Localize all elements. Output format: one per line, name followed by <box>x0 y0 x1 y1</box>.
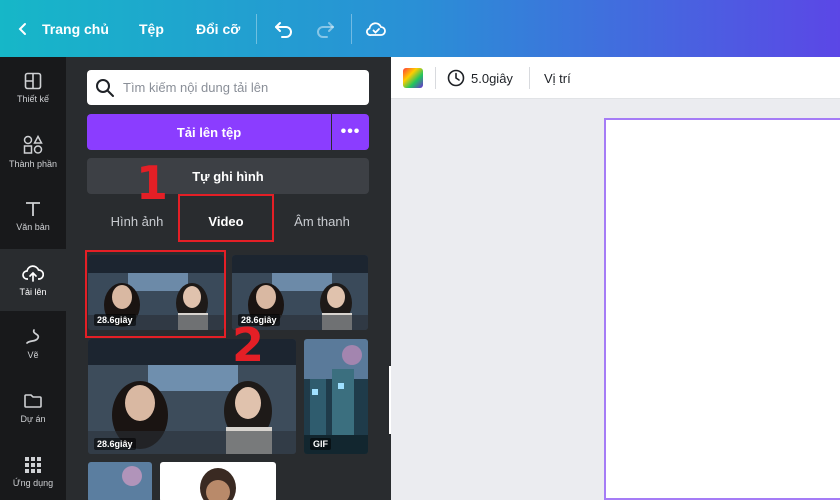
record-label: Tự ghi hình <box>192 168 264 184</box>
step-number-2: 2 <box>232 318 265 372</box>
text-icon <box>26 202 40 216</box>
file-label: Tệp <box>139 20 164 37</box>
divider <box>256 14 257 44</box>
video-thumbnail[interactable] <box>88 462 152 500</box>
duration-label: 5.0giây <box>471 70 513 86</box>
side-rail: Thiết kế Thành phần Văn bản Tải lên Vẽ D… <box>0 57 66 500</box>
layout-icon <box>24 72 42 90</box>
position-button[interactable]: Vị trí <box>544 57 571 99</box>
divider <box>529 67 530 89</box>
elements-icon <box>23 135 43 154</box>
rail-label: Thành phần <box>8 159 58 169</box>
video-preview-image <box>88 339 296 454</box>
home-link[interactable]: Trang chủ <box>16 0 109 57</box>
upload-files-button[interactable]: Tải lên tệp <box>87 114 331 150</box>
draw-icon <box>26 329 40 344</box>
rail-label: Tải lên <box>19 287 47 297</box>
upload-cloud-icon <box>22 265 44 282</box>
divider <box>435 67 436 89</box>
gif-preview-image <box>304 339 368 454</box>
color-picker-button[interactable] <box>402 57 424 99</box>
image-preview <box>160 462 276 500</box>
top-bar: Trang chủ Tệp Đổi cỡ <box>0 0 840 57</box>
folder-icon <box>24 394 42 408</box>
step-number-1: 1 <box>136 156 169 210</box>
more-icon: ••• <box>340 123 361 140</box>
design-page[interactable] <box>604 118 840 500</box>
search-icon <box>96 78 114 97</box>
record-yourself-button[interactable]: Tự ghi hình <box>87 158 369 194</box>
rail-item-draw[interactable]: Vẽ <box>0 313 66 375</box>
upload-files-label: Tải lên tệp <box>176 124 242 140</box>
search-box[interactable] <box>87 70 369 105</box>
cloud-saved-icon[interactable] <box>364 17 388 41</box>
image-thumbnail[interactable] <box>160 462 276 500</box>
gif-badge: GIF <box>310 438 331 450</box>
clock-icon <box>447 69 465 87</box>
search-input[interactable] <box>123 80 363 95</box>
rail-item-design[interactable]: Thiết kế <box>0 57 66 119</box>
chevron-left-icon <box>18 22 26 35</box>
home-label: Trang chủ <box>42 20 109 37</box>
rail-label: Dự án <box>20 414 46 424</box>
tab-audio[interactable]: Âm thanh <box>272 203 372 239</box>
rail-label: Văn bản <box>16 222 50 232</box>
file-menu[interactable]: Tệp <box>139 0 164 57</box>
video-thumbnail[interactable]: 28.6giây <box>88 339 296 454</box>
upload-more-button[interactable]: ••• <box>332 114 369 150</box>
duration-badge: 28.6giây <box>94 438 136 450</box>
editor-toolbar: 5.0giây Vị trí <box>391 57 840 99</box>
highlight-box-video-thumbnail <box>85 250 226 338</box>
duration-button[interactable]: 5.0giây <box>447 57 513 99</box>
video-preview-image <box>88 462 152 500</box>
rail-item-apps[interactable]: Ứng dụng <box>0 441 66 500</box>
tab-label: Hình ảnh <box>110 213 164 229</box>
undo-icon[interactable] <box>272 17 296 41</box>
gif-thumbnail[interactable]: GIF <box>304 339 368 454</box>
redo-icon[interactable] <box>313 17 337 41</box>
rail-item-uploads[interactable]: Tải lên <box>0 249 66 311</box>
rail-label: Vẽ <box>27 350 39 360</box>
highlight-box-video-tab <box>178 194 274 242</box>
apps-grid-icon <box>25 457 41 473</box>
tab-label: Âm thanh <box>294 213 350 229</box>
divider <box>351 14 352 44</box>
position-label: Vị trí <box>544 70 571 86</box>
resize-menu[interactable]: Đổi cỡ <box>196 0 240 57</box>
resize-label: Đổi cỡ <box>196 20 241 37</box>
rail-label: Thiết kế <box>16 94 49 104</box>
rail-item-projects[interactable]: Dự án <box>0 377 66 439</box>
rail-item-text[interactable]: Văn bản <box>0 185 66 247</box>
rainbow-color-icon <box>403 68 423 88</box>
rail-item-elements[interactable]: Thành phần <box>0 121 66 183</box>
rail-label: Ứng dụng <box>12 478 54 488</box>
